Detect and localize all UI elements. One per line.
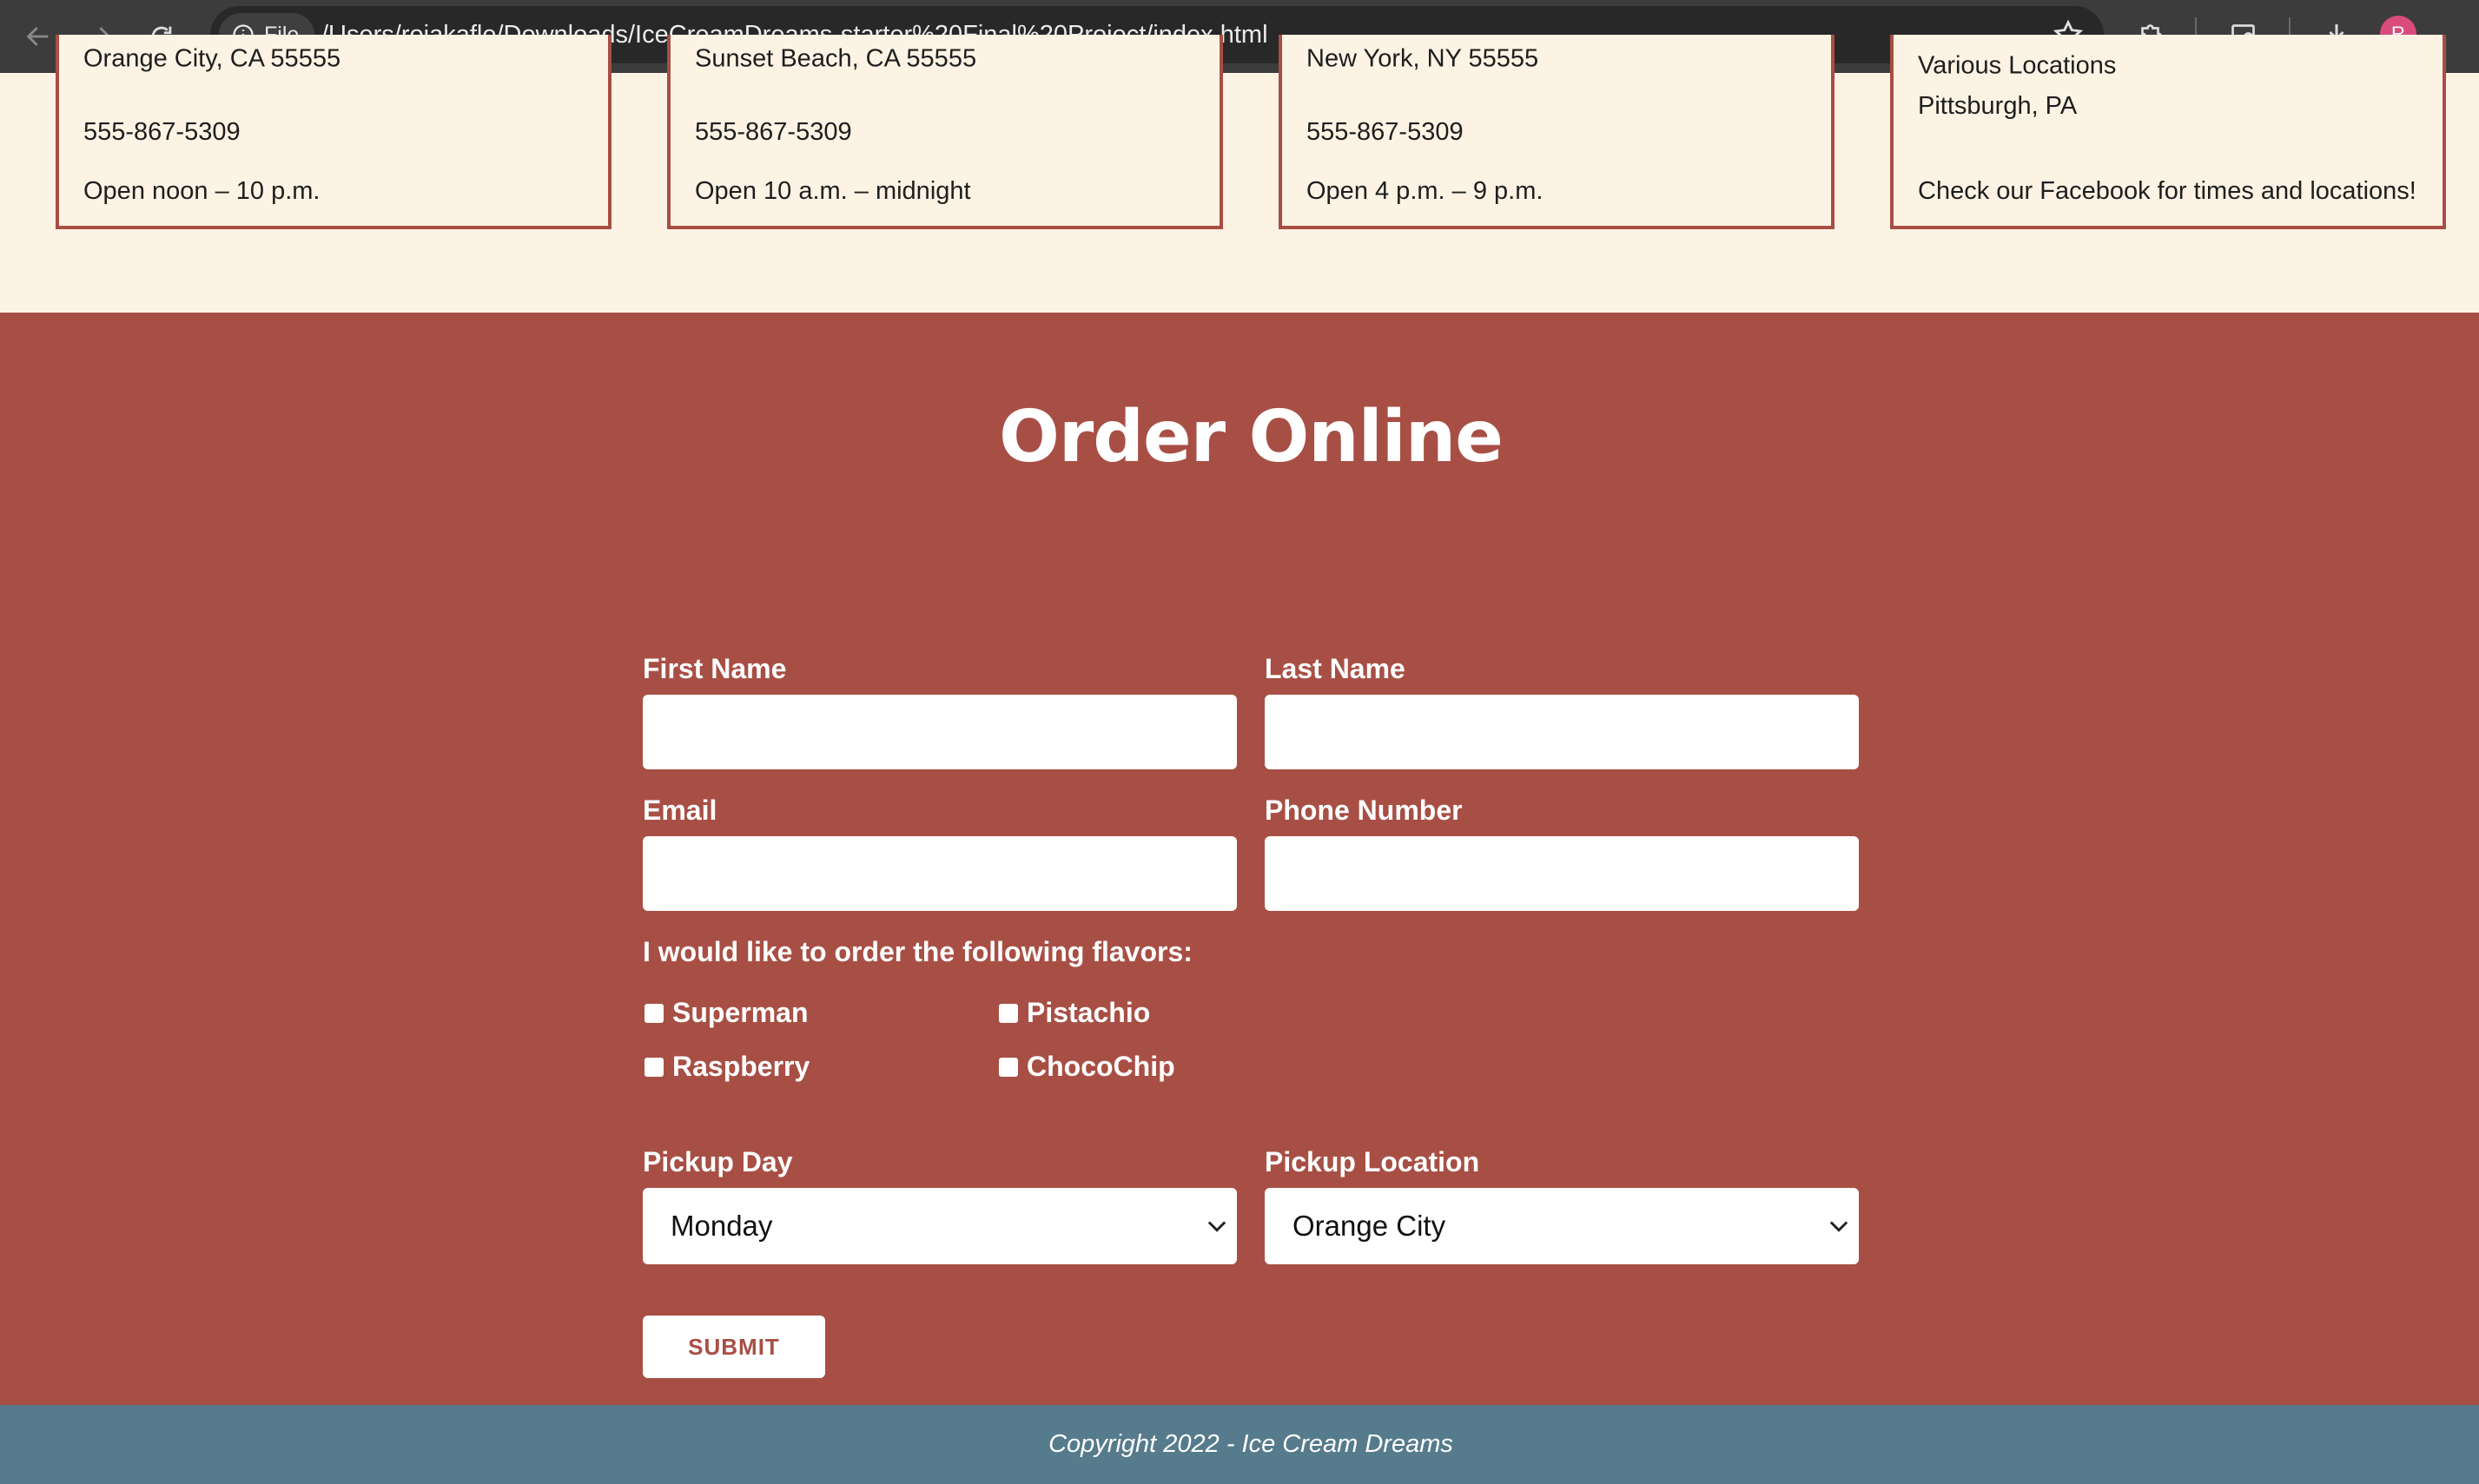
location-card: Sunset Beach, CA 55555 555-867-5309 Open… [667, 35, 1223, 229]
flavors-prompt: I would like to order the following flav… [643, 936, 1193, 967]
order-section: Order Online First Name Last Name Email … [0, 313, 2479, 1405]
location-card: New York, NY 55555 555-867-5309 Open 4 p… [1279, 35, 1834, 229]
location-phone: 555-867-5309 [695, 118, 852, 146]
location-address: Various Locations [1918, 51, 2117, 80]
location-hours: Open 4 p.m. – 9 p.m. [1306, 177, 1544, 205]
location-card: Orange City, CA 55555 555-867-5309 Open … [56, 35, 611, 229]
location-address: Orange City, CA 55555 [83, 44, 341, 73]
back-arrow-icon [26, 27, 49, 46]
flavor-label: Superman [672, 997, 809, 1028]
checkbox[interactable] [999, 1003, 1018, 1023]
location-hours: Open noon – 10 p.m. [83, 177, 321, 205]
pickup-day-value: Monday [671, 1210, 773, 1242]
flavor-checkbox-superman[interactable]: Superman [645, 997, 808, 1029]
submit-button[interactable]: SUBMIT [643, 1316, 825, 1378]
location-address: Sunset Beach, CA 55555 [695, 44, 977, 73]
location-phone: 555-867-5309 [83, 118, 241, 146]
checkbox[interactable] [999, 1057, 1018, 1077]
first-name-input[interactable] [643, 695, 1237, 769]
first-name-label: First Name [643, 653, 787, 684]
pickup-day-label: Pickup Day [643, 1146, 793, 1177]
chevron-down-icon [1207, 1221, 1226, 1232]
pickup-location-select[interactable]: Orange City [1265, 1188, 1859, 1264]
flavor-label: Pistachio [1027, 997, 1151, 1028]
flavor-checkbox-chocochip[interactable]: ChocoChip [999, 1051, 1175, 1083]
flavor-label: ChocoChip [1027, 1051, 1175, 1082]
copyright-text: Copyright 2022 - Ice Cream Dreams [1048, 1430, 1453, 1458]
email-input[interactable] [643, 836, 1237, 911]
order-title: Order Online [999, 396, 1504, 478]
last-name-input[interactable] [1265, 695, 1859, 769]
flavor-label: Raspberry [672, 1051, 810, 1082]
location-note: Check our Facebook for times and locatio… [1918, 177, 2416, 205]
last-name-label: Last Name [1265, 653, 1405, 684]
pickup-day-select[interactable]: Monday [643, 1188, 1237, 1264]
flavor-checkbox-raspberry[interactable]: Raspberry [645, 1051, 810, 1083]
location-city: Pittsburgh, PA [1918, 92, 2078, 120]
location-phone: 555-867-5309 [1306, 118, 1464, 146]
pickup-location-value: Orange City [1292, 1210, 1446, 1242]
phone-label: Phone Number [1265, 795, 1463, 826]
footer: Copyright 2022 - Ice Cream Dreams [0, 1405, 2479, 1484]
checkbox[interactable] [645, 1003, 664, 1023]
pickup-location-label: Pickup Location [1265, 1146, 1480, 1177]
phone-input[interactable] [1265, 836, 1859, 911]
back-button[interactable] [17, 16, 59, 57]
email-label: Email [643, 795, 717, 826]
chevron-down-icon [1829, 1221, 1848, 1232]
flavor-checkbox-pistachio[interactable]: Pistachio [999, 997, 1150, 1029]
checkbox[interactable] [645, 1057, 664, 1077]
location-card: Various Locations Pittsburgh, PA Check o… [1890, 35, 2446, 229]
location-hours: Open 10 a.m. – midnight [695, 177, 971, 205]
location-address: New York, NY 55555 [1306, 44, 1539, 73]
